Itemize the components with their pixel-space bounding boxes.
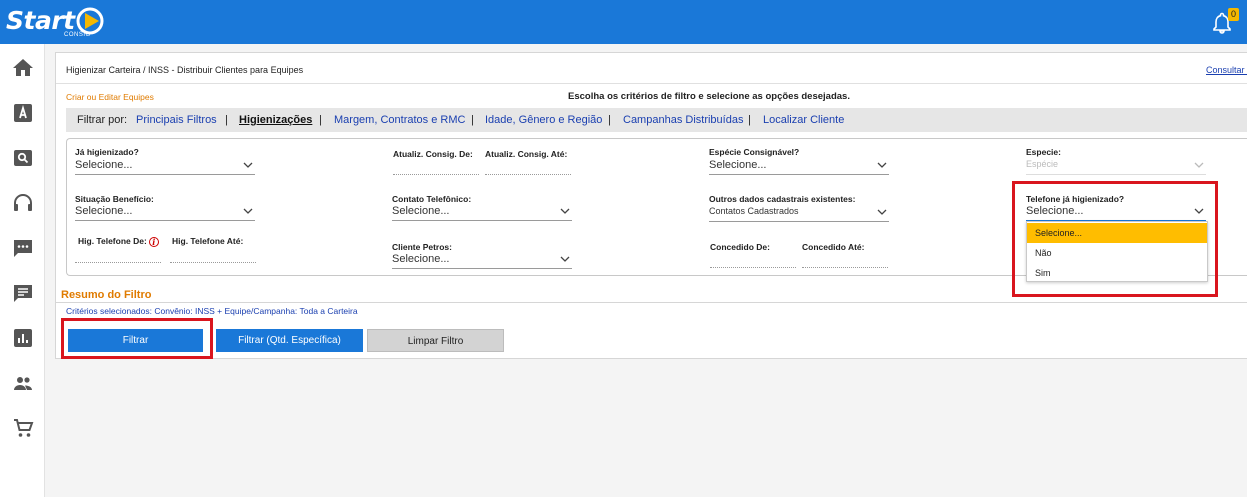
hig-tel-ate-label: Hig. Telefone Até: bbox=[172, 236, 244, 246]
tab-margem-contratos[interactable]: Margem, Contratos e RMC bbox=[334, 114, 465, 126]
ja-higienizado-value: Selecione... bbox=[75, 159, 133, 171]
hig-tel-ate-input[interactable] bbox=[170, 249, 256, 263]
main-panel: Higienizar Carteira / INSS - Distribuir … bbox=[55, 52, 1247, 359]
tab-separator: | bbox=[225, 114, 228, 126]
notification-badge: 0 bbox=[1228, 8, 1239, 21]
annotation-highlight-box bbox=[61, 318, 213, 359]
chevron-down-icon bbox=[243, 162, 253, 168]
create-teams-link[interactable]: Criar ou Editar Equipes bbox=[66, 92, 154, 102]
ja-higienizado-label: Já higienizado? bbox=[75, 147, 139, 157]
divider bbox=[56, 83, 1247, 84]
atualiz-ate-input[interactable] bbox=[485, 161, 571, 175]
concedido-de-input[interactable] bbox=[710, 254, 796, 268]
tab-localizar-cliente[interactable]: Localizar Cliente bbox=[763, 114, 844, 126]
especie-label: Especie: bbox=[1026, 147, 1061, 157]
situacao-beneficio-select[interactable]: Selecione... bbox=[75, 205, 255, 221]
atualiz-de-input[interactable] bbox=[393, 161, 479, 175]
tab-separator: | bbox=[608, 114, 611, 126]
contato-telefonico-label: Contato Telefônico: bbox=[392, 194, 472, 204]
chevron-down-icon bbox=[1194, 162, 1204, 168]
hig-tel-de-text: Hig. Telefone De: bbox=[78, 236, 147, 246]
logo-text: Start bbox=[6, 6, 75, 35]
situacao-beneficio-value: Selecione... bbox=[75, 205, 133, 217]
top-bar: Start CONSIG 0 bbox=[0, 0, 1247, 44]
situacao-beneficio-label: Situação Benefício: bbox=[75, 194, 154, 204]
hig-tel-de-label: Hig. Telefone De: i bbox=[78, 236, 159, 247]
chat-dots-icon[interactable] bbox=[11, 236, 35, 260]
bar-chart-icon[interactable] bbox=[11, 326, 35, 350]
hig-tel-de-input[interactable] bbox=[75, 249, 161, 263]
chevron-down-icon bbox=[560, 256, 570, 262]
outros-dados-label: Outros dados cadastrais existentes: bbox=[709, 194, 856, 204]
especie-select[interactable]: Espécie bbox=[1026, 159, 1206, 175]
filter-summary-title: Resumo do Filtro bbox=[61, 289, 152, 301]
selected-criteria: Critérios selecionados: Convênio: INSS +… bbox=[66, 306, 358, 316]
especie-consignavel-select[interactable]: Selecione... bbox=[709, 159, 889, 175]
outros-dados-select[interactable]: Contatos Cadastrados bbox=[709, 206, 889, 222]
ja-higienizado-select[interactable]: Selecione... bbox=[75, 159, 255, 175]
headset-icon[interactable] bbox=[11, 191, 35, 215]
chevron-down-icon bbox=[877, 209, 887, 215]
contato-telefonico-select[interactable]: Selecione... bbox=[392, 205, 572, 221]
tab-separator: | bbox=[319, 114, 322, 126]
contato-telefonico-value: Selecione... bbox=[392, 205, 450, 217]
concedido-ate-input[interactable] bbox=[802, 254, 888, 268]
font-icon[interactable] bbox=[11, 101, 35, 125]
concedido-ate-label: Concedido Até: bbox=[802, 242, 865, 252]
outros-dados-value: Contatos Cadastrados bbox=[709, 206, 799, 216]
tab-campanhas[interactable]: Campanhas Distribuídas bbox=[623, 114, 743, 126]
especie-value: Espécie bbox=[1026, 159, 1059, 169]
chevron-down-icon bbox=[877, 162, 887, 168]
tab-separator: | bbox=[748, 114, 751, 126]
clear-filter-button[interactable]: Limpar Filtro bbox=[367, 329, 504, 352]
cliente-petros-label: Cliente Petros: bbox=[392, 242, 452, 252]
annotation-highlight-box bbox=[1012, 181, 1218, 297]
info-icon[interactable]: i bbox=[148, 236, 159, 247]
tab-idade-genero[interactable]: Idade, Gênero e Região bbox=[485, 114, 602, 126]
people-icon[interactable] bbox=[11, 371, 35, 395]
cliente-petros-value: Selecione... bbox=[392, 253, 450, 265]
tab-higienizacoes[interactable]: Higienizações bbox=[239, 114, 312, 126]
tab-separator: | bbox=[471, 114, 474, 126]
cart-icon[interactable] bbox=[11, 416, 35, 440]
filter-specific-button[interactable]: Filtrar (Qtd. Específica) bbox=[216, 329, 363, 352]
breadcrumb: Higienizar Carteira / INSS - Distribuir … bbox=[66, 65, 304, 75]
consult-link[interactable]: Consultar C bbox=[1206, 65, 1247, 75]
logo-subtitle: CONSIG bbox=[64, 32, 91, 38]
cliente-petros-select[interactable]: Selecione... bbox=[392, 253, 572, 269]
chevron-down-icon bbox=[560, 208, 570, 214]
search-card-icon[interactable] bbox=[11, 146, 35, 170]
filter-by-label: Filtrar por: bbox=[77, 114, 128, 126]
instruction-text: Escolha os critérios de filtro e selecio… bbox=[568, 91, 850, 102]
home-icon[interactable] bbox=[11, 56, 35, 80]
atualiz-ate-label: Atualiz. Consig. Até: bbox=[485, 149, 568, 159]
especie-consignavel-label: Espécie Consignável? bbox=[709, 147, 800, 157]
sidebar bbox=[0, 44, 45, 497]
filter-tabs-bar: Filtrar por: Principais Filtros | Higien… bbox=[66, 108, 1247, 132]
tab-principais-filtros[interactable]: Principais Filtros bbox=[136, 114, 217, 126]
message-icon[interactable] bbox=[11, 281, 35, 305]
divider bbox=[56, 302, 1247, 303]
chevron-down-icon bbox=[243, 208, 253, 214]
atualiz-de-label: Atualiz. Consig. De: bbox=[393, 149, 473, 159]
especie-consignavel-value: Selecione... bbox=[709, 159, 767, 171]
concedido-de-label: Concedido De: bbox=[710, 242, 770, 252]
play-logo-icon bbox=[76, 7, 104, 35]
